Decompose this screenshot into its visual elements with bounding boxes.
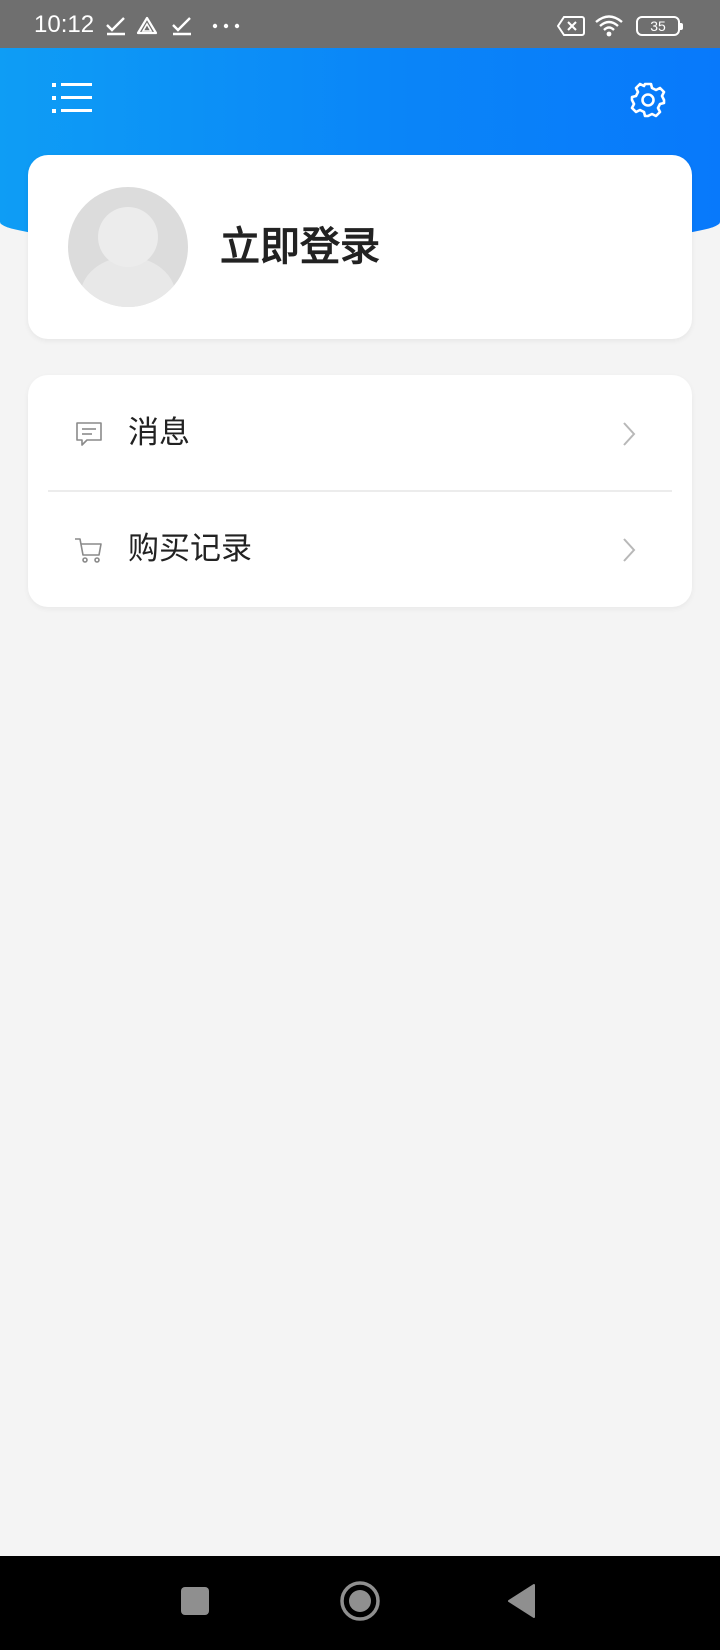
back-triangle-icon [508,1584,535,1618]
gear-icon [630,82,666,118]
status-time: 10:12 [34,11,95,38]
drive-icon [136,16,158,35]
menu-button[interactable] [44,74,100,126]
home-button[interactable] [339,1580,381,1622]
check-icon [172,17,191,36]
back-button[interactable] [506,1583,538,1619]
message-icon [76,422,102,446]
chevron-right-icon [623,422,636,446]
menu-card: 消息 购买记录 [28,375,692,607]
status-bar: 10:12 35 [0,0,720,48]
login-card[interactable]: 立即登录 [28,155,692,339]
menu-item-messages[interactable]: 消息 [28,375,692,491]
cart-icon [75,538,102,563]
list-menu-icon [52,83,92,113]
menu-item-label: 消息 [128,415,190,451]
wifi-icon [595,15,623,37]
chevron-right-icon [623,538,636,562]
menu-item-purchase-history[interactable]: 购买记录 [28,491,692,607]
sim-off-icon [557,16,585,36]
recent-apps-button[interactable] [180,1586,210,1616]
battery-icon: 35 [636,16,683,36]
avatar-head [98,207,158,267]
default-avatar-icon [68,187,188,307]
check-icon [106,17,125,36]
battery-level: 35 [650,18,666,34]
square-icon [181,1587,209,1615]
menu-item-label: 购买记录 [128,531,252,567]
settings-button[interactable] [622,74,674,126]
more-dots-icon [212,23,240,29]
system-nav-bar [0,1556,720,1650]
circle-icon [340,1581,380,1621]
login-label: 立即登录 [220,224,380,270]
